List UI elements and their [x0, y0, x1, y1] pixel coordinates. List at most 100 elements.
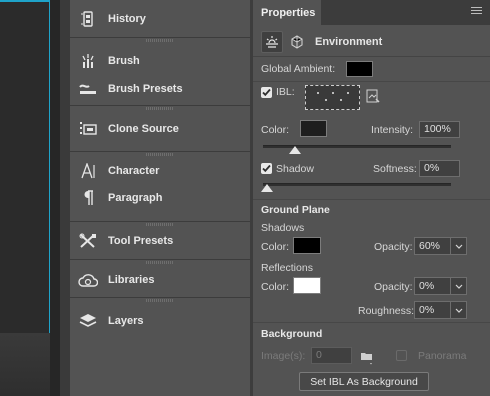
shadows-color-label: Color: — [261, 241, 290, 253]
panel-grip[interactable] — [146, 223, 174, 226]
softness-slider-track[interactable] — [263, 183, 451, 186]
divider — [253, 322, 490, 323]
panel-group-brush: Brush Brush Presets — [70, 38, 250, 106]
ibl-checkbox[interactable] — [261, 87, 272, 98]
panel-item-tool-presets[interactable]: Tool Presets — [78, 229, 173, 253]
panel-group-history: History — [70, 0, 250, 38]
panel-menu-icon[interactable] — [471, 7, 482, 15]
reflections-color-label: Color: — [261, 281, 290, 293]
scene-tab-button[interactable] — [286, 31, 308, 53]
panel-grip[interactable] — [146, 153, 174, 156]
panel-item-history[interactable]: History — [78, 7, 146, 31]
roughness-label: Roughness: — [358, 305, 415, 317]
canvas-document[interactable] — [0, 0, 50, 333]
panel-item-brush[interactable]: Brush — [78, 49, 140, 73]
panel-label: Brush Presets — [108, 83, 183, 95]
panel-label: Libraries — [108, 274, 155, 286]
intensity-label: Intensity: — [371, 124, 414, 136]
brush-icon — [78, 51, 98, 71]
panorama-label: Panorama — [418, 350, 467, 362]
history-icon — [78, 9, 98, 29]
ibl-label: IBL: — [276, 86, 295, 98]
global-ambient-label: Global Ambient: — [261, 63, 336, 75]
intensity-slider-thumb[interactable] — [289, 146, 301, 154]
background-title: Background — [261, 328, 323, 340]
libraries-icon — [78, 270, 98, 290]
ibl-color-swatch[interactable] — [300, 120, 327, 137]
properties-panel: Properties Environment Global Ambient: I… — [253, 0, 490, 396]
brush-presets-icon — [78, 79, 98, 99]
panel-item-libraries[interactable]: Libraries — [78, 268, 154, 292]
character-icon — [78, 161, 98, 181]
folder-icon[interactable] — [360, 350, 374, 366]
panel-dock-divider[interactable] — [60, 0, 70, 396]
chevron-down-icon — [450, 302, 466, 318]
panel-label: Layers — [108, 315, 144, 327]
properties-tabbar: Properties — [253, 0, 490, 25]
softness-input[interactable]: 0% — [419, 160, 460, 177]
tab-properties[interactable]: Properties — [253, 0, 321, 25]
paragraph-icon — [78, 188, 98, 208]
roughness-dropdown[interactable]: 0% — [414, 301, 467, 319]
roughness-value: 0% — [419, 304, 435, 316]
divider — [253, 199, 490, 200]
shadows-opacity-label: Opacity: — [374, 241, 413, 253]
environment-tab-button[interactable] — [261, 31, 283, 53]
panel-grip[interactable] — [146, 39, 174, 42]
panel-label: Paragraph — [108, 192, 163, 204]
set-ibl-as-background-button[interactable]: Set IBL As Background — [299, 372, 429, 391]
shadows-opacity-value: 60% — [419, 240, 441, 252]
reflections-opacity-value: 0% — [419, 280, 435, 292]
panel-label: Brush — [108, 55, 140, 67]
layers-icon — [78, 311, 98, 331]
reflections-opacity-dropdown[interactable]: 0% — [414, 277, 467, 295]
ibl-preview[interactable] — [305, 85, 360, 110]
collapsed-panels-column: History Brush Brush Presets Clone Source — [70, 0, 250, 396]
panel-item-brush-presets[interactable]: Brush Presets — [78, 77, 183, 101]
properties-subtabs: Environment — [253, 25, 490, 57]
chevron-down-icon — [450, 238, 466, 254]
shadows-label: Shadows — [261, 222, 305, 234]
panel-label: Character — [108, 165, 160, 177]
canvas-pasteboard — [0, 333, 50, 396]
images-input[interactable]: 0 — [311, 347, 352, 364]
panel-group-tool-presets: Tool Presets — [70, 222, 250, 260]
edit-ibl-texture-icon[interactable] — [366, 89, 380, 103]
panel-item-character[interactable]: Character — [78, 159, 159, 183]
intensity-input[interactable]: 100% — [419, 121, 460, 138]
panel-item-paragraph[interactable]: Paragraph — [78, 186, 162, 210]
softness-label: Softness: — [373, 163, 417, 175]
shadow-checkbox[interactable] — [261, 163, 272, 174]
clone-source-icon — [78, 119, 98, 139]
panel-grip[interactable] — [146, 107, 174, 110]
panel-item-clone-source[interactable]: Clone Source — [78, 117, 179, 141]
reflections-label: Reflections — [261, 262, 313, 274]
panel-group-libraries: Libraries — [70, 260, 250, 298]
panel-label: Tool Presets — [108, 235, 174, 247]
ground-plane-title: Ground Plane — [261, 204, 330, 216]
ibl-color-label: Color: — [261, 124, 290, 136]
images-label: Image(s): — [261, 350, 306, 362]
panel-item-layers[interactable]: Layers — [78, 309, 143, 333]
chevron-down-icon — [450, 278, 466, 294]
environment-icon — [266, 36, 278, 48]
shadows-opacity-dropdown[interactable]: 60% — [414, 237, 467, 255]
reflections-color-swatch[interactable] — [293, 277, 321, 294]
softness-slider-thumb[interactable] — [261, 184, 273, 192]
panel-group-clone-source: Clone Source — [70, 106, 250, 152]
global-ambient-swatch[interactable] — [346, 61, 373, 77]
shadows-color-swatch[interactable] — [293, 237, 321, 254]
panel-label: Clone Source — [108, 123, 179, 135]
divider — [253, 81, 490, 82]
panel-group-layers: Layers — [70, 298, 250, 338]
panel-grip[interactable] — [146, 261, 174, 264]
scene-icon — [291, 35, 303, 49]
panorama-checkbox[interactable] — [396, 350, 407, 361]
panel-grip[interactable] — [146, 299, 174, 302]
checkmark-icon — [262, 88, 271, 97]
checkmark-icon — [262, 164, 271, 173]
shadow-label: Shadow — [276, 163, 314, 175]
panel-label: History — [108, 13, 146, 25]
canvas-scrollbar[interactable] — [50, 0, 60, 396]
panel-group-character: Character Paragraph — [70, 152, 250, 222]
